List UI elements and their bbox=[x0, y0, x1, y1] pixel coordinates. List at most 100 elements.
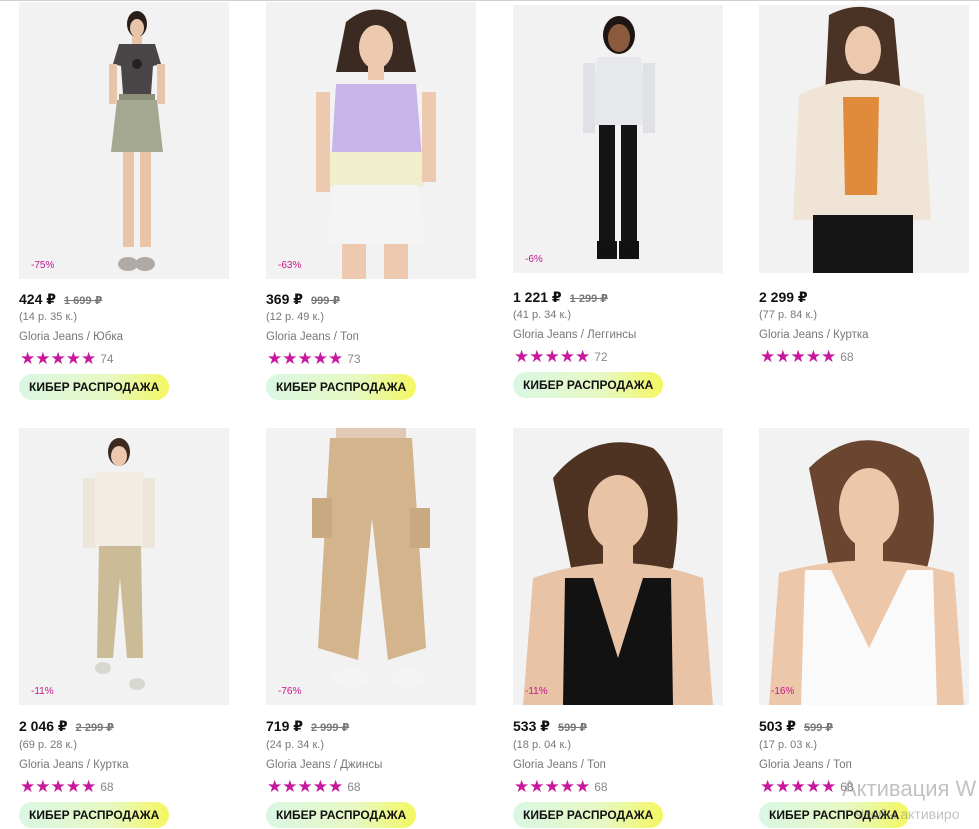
product-card[interactable]: -76% 719 ₽ 2 999 ₽ (24 р. 34 к.) Gloria J… bbox=[266, 428, 486, 828]
price-block: 533 ₽ 599 ₽ bbox=[513, 718, 587, 738]
discount-label: -76% bbox=[278, 686, 302, 697]
product-brand-category[interactable]: Gloria Jeans / Леггинсы bbox=[513, 329, 636, 341]
old-price: 1 299 ₽ bbox=[569, 293, 608, 305]
star-icons: ★★★★★ bbox=[514, 347, 591, 366]
installment-text: (41 р. 34 к.) bbox=[513, 309, 572, 321]
installment-text: (14 р. 35 к.) bbox=[19, 311, 78, 323]
price-block: 2 299 ₽ bbox=[759, 289, 808, 309]
current-price: 369 ₽ bbox=[266, 291, 303, 307]
product-card[interactable]: -11% 533 ₽ 599 ₽ (18 р. 04 к.) Gloria Jea… bbox=[513, 428, 733, 828]
price-block: 719 ₽ 2 999 ₽ bbox=[266, 718, 349, 738]
product-brand-category[interactable]: Gloria Jeans / Куртка bbox=[19, 759, 129, 771]
rating-count: 68 bbox=[840, 350, 854, 364]
product-image[interactable]: -11% bbox=[19, 428, 229, 705]
model-photo bbox=[769, 440, 964, 705]
price-block: 369 ₽ 999 ₽ bbox=[266, 291, 340, 311]
cyber-sale-badge: КИБЕР РАСПРОДАЖА bbox=[19, 374, 170, 400]
product-card[interactable]: -75% 424 ₽ 1 699 ₽ (14 р. 35 к.) Gloria J… bbox=[19, 2, 239, 400]
model-photo bbox=[312, 428, 430, 687]
rating-count: 73 bbox=[347, 352, 361, 366]
old-price: 2 299 ₽ bbox=[75, 722, 114, 734]
discount-label: -63% bbox=[278, 260, 302, 271]
model-photo bbox=[793, 6, 931, 273]
star-icons: ★★★★★ bbox=[20, 777, 97, 796]
rating-count: 72 bbox=[594, 350, 608, 364]
windows-activation-watermark: Активация W bbox=[842, 776, 977, 801]
old-price: 599 ₽ bbox=[804, 722, 834, 734]
rating: ★★★★★ 74 bbox=[20, 349, 114, 368]
product-brand-category[interactable]: Gloria Jeans / Топ bbox=[759, 759, 852, 771]
product-image[interactable]: -76% bbox=[266, 428, 476, 705]
current-price: 533 ₽ bbox=[513, 718, 550, 734]
product-brand-category[interactable]: Gloria Jeans / Джинсы bbox=[266, 759, 382, 771]
product-image[interactable]: -75% bbox=[19, 2, 229, 279]
product-brand-category[interactable]: Gloria Jeans / Куртка bbox=[759, 329, 869, 341]
rating: ★★★★★ 68 bbox=[267, 777, 361, 796]
discount-label: -11% bbox=[525, 686, 548, 697]
rating: ★★★★★ 68 bbox=[514, 777, 608, 796]
product-brand-category[interactable]: Gloria Jeans / Топ bbox=[266, 331, 359, 343]
current-price: 2 046 ₽ bbox=[19, 718, 68, 734]
rating: ★★★★★ 72 bbox=[514, 347, 608, 366]
current-price: 2 299 ₽ bbox=[759, 289, 808, 305]
price-block: 1 221 ₽ 1 299 ₽ bbox=[513, 289, 608, 309]
current-price: 1 221 ₽ bbox=[513, 289, 562, 305]
model-photo bbox=[523, 442, 713, 705]
old-price: 2 999 ₽ bbox=[311, 722, 350, 734]
rating: ★★★★★ 68 bbox=[760, 777, 854, 796]
product-card[interactable]: -63% 369 ₽ 999 ₽ (12 р. 49 к.) Gloria Jea… bbox=[266, 2, 486, 400]
cyber-sale-badge: КИБЕР РАСПРОДАЖА bbox=[266, 374, 417, 400]
rating: ★★★★★ 68 bbox=[760, 347, 854, 366]
cyber-sale-badge: КИБЕР РАСПРОДАЖА bbox=[266, 802, 417, 828]
star-icons: ★★★★★ bbox=[760, 347, 837, 366]
product-image[interactable]: -6% bbox=[513, 5, 723, 273]
model-photo bbox=[583, 16, 655, 259]
installment-text: (17 р. 03 к.) bbox=[759, 739, 818, 751]
rating-count: 68 bbox=[594, 780, 608, 794]
cyber-sale-badge: КИБЕР РАСПРОДАЖА bbox=[513, 372, 664, 398]
rating-count: 68 bbox=[347, 780, 361, 794]
product-card[interactable]: -6% 1 221 ₽ 1 299 ₽ (41 р. 34 к.) Gloria … bbox=[513, 5, 733, 398]
star-icons: ★★★★★ bbox=[760, 777, 837, 796]
top-divider bbox=[0, 0, 979, 1]
discount-label: -11% bbox=[31, 686, 54, 697]
price-block: 424 ₽ 1 699 ₽ bbox=[19, 291, 102, 311]
installment-text: (69 р. 28 к.) bbox=[19, 739, 78, 751]
product-card[interactable]: 2 299 ₽ (77 р. 84 к.) Gloria Jeans / Кур… bbox=[759, 5, 979, 365]
model-photo bbox=[316, 9, 436, 279]
current-price: 424 ₽ bbox=[19, 291, 56, 307]
current-price: 503 ₽ bbox=[759, 718, 796, 734]
cyber-sale-badge: КИБЕР РАСПРОДАЖА bbox=[19, 802, 170, 828]
product-brand-category[interactable]: Gloria Jeans / Топ bbox=[513, 759, 606, 771]
rating: ★★★★★ 68 bbox=[20, 777, 114, 796]
installment-text: (77 р. 84 к.) bbox=[759, 309, 818, 321]
star-icons: ★★★★★ bbox=[267, 777, 344, 796]
product-image[interactable]: -63% bbox=[266, 2, 476, 279]
windows-activation-subtext: Чтобы активиро bbox=[855, 806, 960, 822]
star-icons: ★★★★★ bbox=[267, 349, 344, 368]
star-icons: ★★★★★ bbox=[20, 349, 97, 368]
old-price: 999 ₽ bbox=[311, 295, 341, 307]
discount-label: -75% bbox=[31, 260, 55, 271]
rating: ★★★★★ 73 bbox=[267, 349, 361, 368]
old-price: 599 ₽ bbox=[558, 722, 588, 734]
discount-label: -16% bbox=[771, 686, 795, 697]
cyber-sale-badge: КИБЕР РАСПРОДАЖА bbox=[513, 802, 664, 828]
product-image[interactable]: -11% bbox=[513, 428, 723, 705]
old-price: 1 699 ₽ bbox=[64, 295, 103, 307]
price-block: 503 ₽ 599 ₽ bbox=[759, 718, 833, 738]
product-image[interactable] bbox=[759, 5, 969, 273]
model-photo bbox=[83, 438, 155, 690]
rating-count: 74 bbox=[100, 352, 114, 366]
installment-text: (12 р. 49 к.) bbox=[266, 311, 325, 323]
rating-count: 68 bbox=[100, 780, 114, 794]
product-card[interactable]: -16% 503 ₽ 599 ₽ (17 р. 03 к.) Gloria Jea… bbox=[759, 428, 979, 828]
product-image[interactable]: -16% bbox=[759, 428, 969, 705]
product-brand-category[interactable]: Gloria Jeans / Юбка bbox=[19, 331, 123, 343]
star-icons: ★★★★★ bbox=[514, 777, 591, 796]
product-card[interactable]: -11% 2 046 ₽ 2 299 ₽ (69 р. 28 к.) Gloria… bbox=[19, 428, 239, 828]
model-photo bbox=[109, 11, 165, 271]
discount-label: -6% bbox=[525, 254, 543, 265]
current-price: 719 ₽ bbox=[266, 718, 303, 734]
price-block: 2 046 ₽ 2 299 ₽ bbox=[19, 718, 114, 738]
